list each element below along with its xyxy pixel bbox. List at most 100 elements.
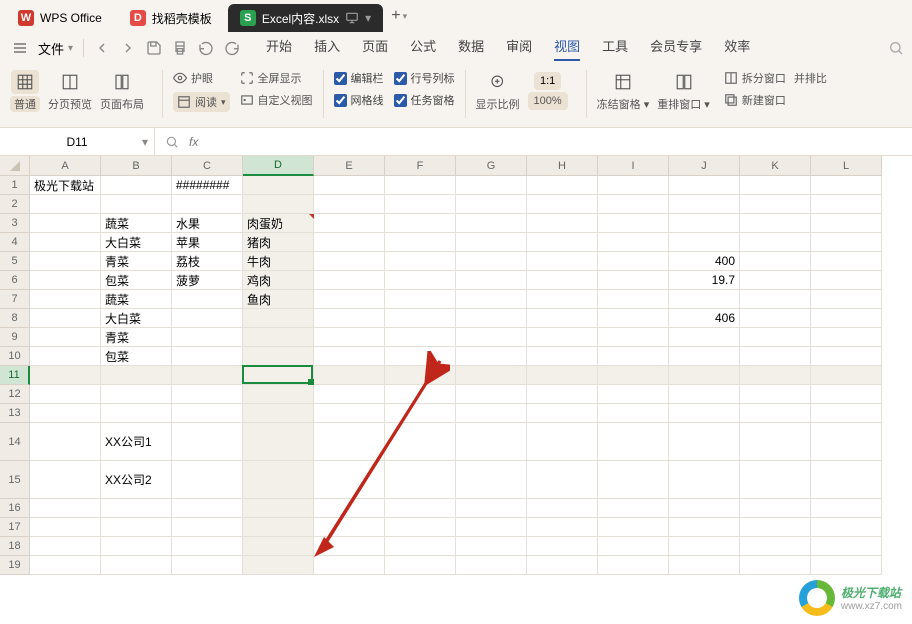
cells-area[interactable]: 极光下载站########蔬菜水果肉蛋奶大白菜苹果猪肉青菜荔枝牛肉400包菜菠萝… — [30, 176, 912, 624]
cell[interactable] — [598, 347, 669, 366]
row-header[interactable]: 6 — [0, 271, 30, 290]
row-header[interactable]: 12 — [0, 385, 30, 404]
cell[interactable] — [669, 385, 740, 404]
cell[interactable] — [598, 176, 669, 195]
cell[interactable]: 包菜 — [101, 347, 172, 366]
cell[interactable] — [314, 233, 385, 252]
col-header[interactable]: L — [811, 156, 882, 176]
eye-protect[interactable]: 护眼 — [173, 70, 230, 86]
cell[interactable] — [456, 404, 527, 423]
cell[interactable] — [669, 195, 740, 214]
cell[interactable] — [385, 461, 456, 499]
cell[interactable] — [385, 271, 456, 290]
cell[interactable] — [669, 233, 740, 252]
cell[interactable] — [740, 518, 811, 537]
cell[interactable] — [30, 461, 101, 499]
row-headers[interactable]: 12345678910111213141516171819 — [0, 176, 30, 575]
row-header[interactable]: 2 — [0, 195, 30, 214]
cell[interactable] — [740, 499, 811, 518]
cell[interactable] — [30, 537, 101, 556]
cell[interactable] — [30, 309, 101, 328]
cell[interactable]: XX公司2 — [101, 461, 172, 499]
cell[interactable] — [456, 176, 527, 195]
cell[interactable] — [740, 328, 811, 347]
cell[interactable] — [456, 233, 527, 252]
row-header[interactable]: 3 — [0, 214, 30, 233]
cell[interactable] — [669, 404, 740, 423]
cell[interactable] — [314, 423, 385, 461]
freeze-panes[interactable]: 冻结窗格 ▾ — [597, 70, 650, 112]
cell[interactable] — [172, 347, 243, 366]
cell[interactable] — [598, 309, 669, 328]
cell[interactable] — [598, 233, 669, 252]
cell[interactable] — [669, 176, 740, 195]
cell[interactable] — [314, 309, 385, 328]
cell[interactable] — [598, 366, 669, 385]
menu-tab-工具[interactable]: 工具 — [602, 36, 628, 61]
cell[interactable] — [811, 347, 882, 366]
cell[interactable] — [172, 499, 243, 518]
cell[interactable] — [811, 328, 882, 347]
search-icon[interactable] — [888, 40, 904, 56]
row-header[interactable]: 1 — [0, 176, 30, 195]
cell[interactable] — [172, 461, 243, 499]
cell[interactable] — [172, 195, 243, 214]
chevron-down-icon[interactable]: ▾ — [365, 11, 371, 25]
cell[interactable]: 菠萝 — [172, 271, 243, 290]
row-header[interactable]: 7 — [0, 290, 30, 309]
undo-icon[interactable] — [198, 40, 214, 56]
cell[interactable] — [385, 176, 456, 195]
cell[interactable] — [30, 518, 101, 537]
cell[interactable] — [101, 518, 172, 537]
cell[interactable] — [598, 385, 669, 404]
cell[interactable]: 蔬菜 — [101, 214, 172, 233]
menu-tab-审阅[interactable]: 审阅 — [506, 36, 532, 61]
cell[interactable] — [456, 366, 527, 385]
cell[interactable] — [811, 385, 882, 404]
cell[interactable] — [243, 404, 314, 423]
spreadsheet-grid[interactable]: ABCDEFGHIJKL 123456789101112131415161718… — [0, 156, 912, 624]
cell[interactable] — [811, 556, 882, 575]
cell[interactable] — [385, 518, 456, 537]
cell[interactable] — [314, 537, 385, 556]
cell[interactable] — [598, 271, 669, 290]
cell[interactable] — [172, 556, 243, 575]
cell[interactable] — [385, 423, 456, 461]
menu-tab-会员专享[interactable]: 会员专享 — [650, 36, 702, 61]
col-header[interactable]: A — [30, 156, 101, 176]
cell[interactable]: 19.7 — [669, 271, 740, 290]
cell[interactable]: 400 — [669, 252, 740, 271]
cell[interactable] — [101, 366, 172, 385]
cell[interactable] — [172, 537, 243, 556]
row-header[interactable]: 8 — [0, 309, 30, 328]
cell[interactable] — [314, 499, 385, 518]
cell[interactable] — [243, 423, 314, 461]
cell[interactable]: 406 — [669, 309, 740, 328]
cell[interactable] — [243, 176, 314, 195]
cell[interactable] — [243, 499, 314, 518]
cell[interactable] — [172, 385, 243, 404]
view-read[interactable]: 阅读▾ — [173, 92, 230, 112]
cell[interactable] — [30, 385, 101, 404]
cell[interactable] — [385, 290, 456, 309]
cell[interactable] — [243, 309, 314, 328]
cell[interactable] — [101, 537, 172, 556]
fx-label[interactable]: fx — [189, 135, 198, 149]
cell[interactable] — [669, 347, 740, 366]
cell[interactable] — [669, 499, 740, 518]
cell[interactable] — [243, 328, 314, 347]
cell[interactable] — [598, 423, 669, 461]
cell[interactable] — [740, 347, 811, 366]
col-header[interactable]: H — [527, 156, 598, 176]
cell[interactable] — [385, 328, 456, 347]
cell[interactable] — [669, 328, 740, 347]
cell[interactable] — [243, 195, 314, 214]
cell[interactable] — [527, 366, 598, 385]
cell[interactable] — [527, 214, 598, 233]
menu-tab-效率[interactable]: 效率 — [724, 36, 750, 61]
hamburger-icon[interactable] — [8, 36, 32, 60]
cell[interactable] — [598, 499, 669, 518]
cell[interactable] — [527, 176, 598, 195]
cell[interactable] — [101, 176, 172, 195]
cell[interactable] — [456, 518, 527, 537]
